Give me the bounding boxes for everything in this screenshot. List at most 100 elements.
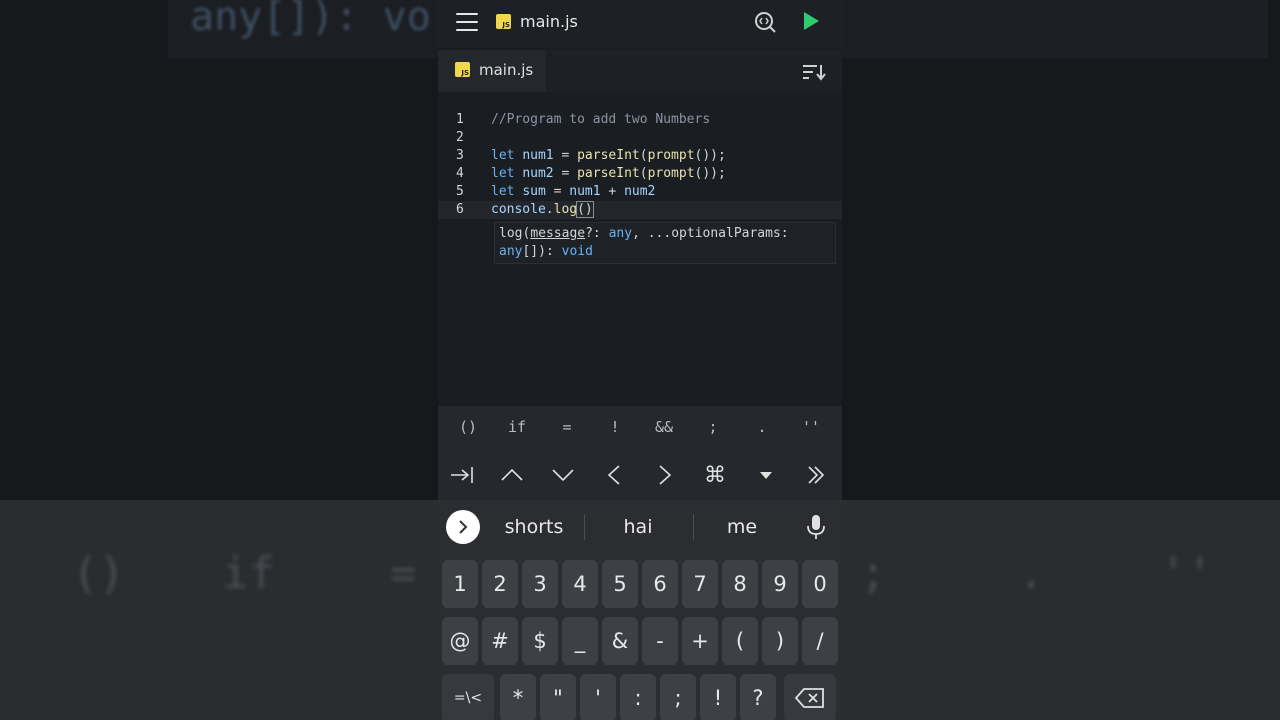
symbol-key-dot[interactable]: . xyxy=(740,418,784,436)
signature-hint-popup: log(message?: any, ...optionalParams: any… xyxy=(494,222,836,264)
key-minus[interactable]: - xyxy=(642,617,678,665)
symbol-key-quotes[interactable]: '' xyxy=(789,418,833,436)
soft-keyboard: shorts hai me 1 2 3 4 5 6 7 8 9 0 @ # $ … xyxy=(438,500,842,720)
identifier: num2 xyxy=(624,184,656,199)
code-line: 4 let num2 = parseInt(prompt()); xyxy=(438,165,842,183)
arrow-down-icon[interactable] xyxy=(541,462,585,488)
key-slash[interactable]: / xyxy=(802,617,838,665)
function-name: prompt xyxy=(647,148,695,163)
punctuation: . xyxy=(545,202,554,217)
operator: = xyxy=(553,166,578,181)
identifier: sum xyxy=(522,184,546,199)
code-search-icon[interactable] xyxy=(754,11,776,33)
line-number: 1 xyxy=(456,112,464,127)
punctuation: ()); xyxy=(694,166,726,181)
key-colon[interactable]: : xyxy=(620,674,656,720)
symbols-page-key[interactable]: =\< xyxy=(442,674,494,720)
symbol-key-equals[interactable]: = xyxy=(545,418,589,436)
key-double-quote[interactable]: " xyxy=(540,674,576,720)
symbol-key-if[interactable]: if xyxy=(495,418,539,436)
punctuation: ()); xyxy=(694,148,726,163)
code-line: 2 xyxy=(438,129,842,147)
line-number: 2 xyxy=(456,130,464,145)
key-8[interactable]: 8 xyxy=(722,560,758,608)
backspace-icon[interactable] xyxy=(784,674,836,720)
line-number: 6 xyxy=(456,202,464,217)
key-asterisk[interactable]: * xyxy=(500,674,536,720)
tab-icon[interactable] xyxy=(440,462,484,488)
key-ampersand[interactable]: & xyxy=(602,617,638,665)
symbol-key-not[interactable]: ! xyxy=(593,418,637,436)
function-name: prompt xyxy=(647,166,695,181)
app-bar: JS main.js xyxy=(438,0,842,48)
key-open-paren[interactable]: ( xyxy=(722,617,758,665)
arrow-right-icon[interactable] xyxy=(643,462,687,488)
function-name: log xyxy=(553,202,578,217)
punctuation: ( xyxy=(639,148,648,163)
play-icon[interactable] xyxy=(804,12,819,30)
symbol-key-parens[interactable]: () xyxy=(446,418,490,436)
line-number: 4 xyxy=(456,166,464,181)
keyword: let xyxy=(491,148,515,163)
tab-main-js[interactable]: JS main.js xyxy=(438,50,546,92)
double-chevron-right-icon[interactable] xyxy=(794,462,838,488)
backdrop-code-fragment: any[]): vo xyxy=(190,0,431,40)
arrow-left-icon[interactable] xyxy=(592,462,636,488)
identifier: num1 xyxy=(522,148,554,163)
suggestion-word[interactable]: shorts xyxy=(489,516,579,538)
hamburger-menu-icon[interactable] xyxy=(456,13,478,31)
symbol-key-and[interactable]: && xyxy=(642,418,686,436)
keyword: let xyxy=(491,166,515,181)
line-number: 5 xyxy=(456,184,464,199)
tab-label: main.js xyxy=(479,61,534,79)
keyword: let xyxy=(491,184,515,199)
key-2[interactable]: 2 xyxy=(482,560,518,608)
arrow-up-icon[interactable] xyxy=(490,462,534,488)
key-close-paren[interactable]: ) xyxy=(762,617,798,665)
dropdown-icon[interactable] xyxy=(744,462,788,488)
js-file-icon: JS xyxy=(455,62,470,77)
identifier: num2 xyxy=(522,166,554,181)
key-7[interactable]: 7 xyxy=(682,560,718,608)
key-0[interactable]: 0 xyxy=(802,560,838,608)
key-4[interactable]: 4 xyxy=(562,560,598,608)
key-plus[interactable]: + xyxy=(682,617,718,665)
function-name: parseInt xyxy=(577,166,640,181)
code-line: 1 //Program to add two Numbers xyxy=(438,111,842,129)
hint-active-param: message xyxy=(530,226,586,241)
code-editor[interactable]: 1 //Program to add two Numbers 2 3 let n… xyxy=(438,100,842,405)
key-question[interactable]: ? xyxy=(740,674,776,720)
key-single-quote[interactable]: ' xyxy=(580,674,616,720)
key-underscore[interactable]: _ xyxy=(562,617,598,665)
key-semicolon[interactable]: ; xyxy=(660,674,696,720)
suggestion-word[interactable]: hai xyxy=(593,516,683,538)
symbol-key-semicolon[interactable]: ; xyxy=(691,418,735,436)
suggestion-word[interactable]: me xyxy=(697,516,787,538)
command-icon[interactable]: ⌘ xyxy=(693,462,737,488)
key-hash[interactable]: # xyxy=(482,617,518,665)
operator: = xyxy=(545,184,570,199)
chevron-right-icon[interactable] xyxy=(446,510,480,544)
key-5[interactable]: 5 xyxy=(602,560,638,608)
punctuation: ( xyxy=(639,166,648,181)
symbol-toolbar: () if = ! && ; . '' ⌘ xyxy=(438,406,842,500)
app-title: main.js xyxy=(520,12,578,31)
key-1[interactable]: 1 xyxy=(442,560,478,608)
key-exclamation[interactable]: ! xyxy=(700,674,736,720)
operator: = xyxy=(553,148,578,163)
line-number: 3 xyxy=(456,148,464,163)
code-line: 3 let num1 = parseInt(prompt()); xyxy=(438,147,842,165)
key-dollar[interactable]: $ xyxy=(522,617,558,665)
current-code-line: 6 console.log() xyxy=(438,201,842,219)
key-9[interactable]: 9 xyxy=(762,560,798,608)
key-at[interactable]: @ xyxy=(442,617,478,665)
key-3[interactable]: 3 xyxy=(522,560,558,608)
operator: + xyxy=(600,184,625,199)
code-line: 5 let sum = num1 + num2 xyxy=(438,183,842,201)
code-comment: //Program to add two Numbers xyxy=(491,112,711,127)
key-6[interactable]: 6 xyxy=(642,560,678,608)
microphone-icon[interactable] xyxy=(806,514,826,540)
matched-parens: () xyxy=(576,201,594,218)
identifier: num1 xyxy=(569,184,601,199)
sort-icon[interactable] xyxy=(802,63,826,81)
